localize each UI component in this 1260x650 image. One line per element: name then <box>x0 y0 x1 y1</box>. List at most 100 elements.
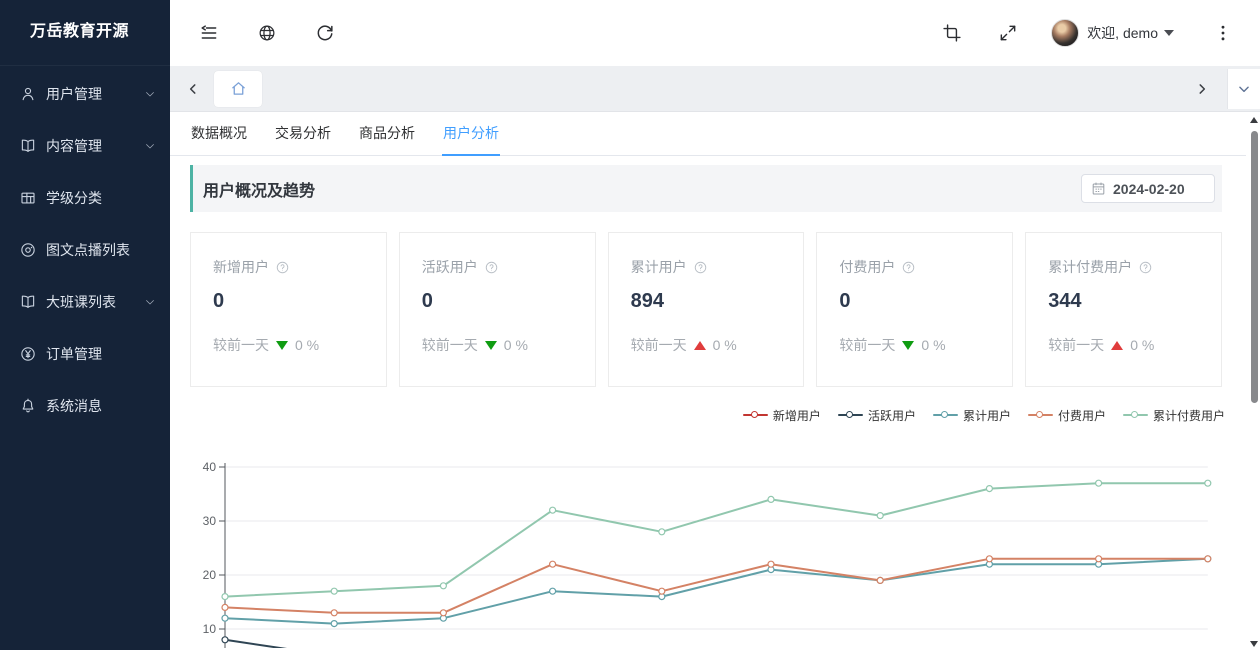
card-percent: 0 % <box>712 337 737 353</box>
stat-card-1: 活跃用户 0 较前一天 0 % <box>398 232 596 387</box>
card-compare-label: 较前一天 <box>213 337 269 353</box>
legend-line-marker-icon <box>1122 409 1148 421</box>
sidebar-item-label: 图文点播列表 <box>46 242 130 258</box>
sidebar-item-label: 用户管理 <box>46 86 102 102</box>
legend-item-2[interactable]: 累计用户 <box>932 407 1011 424</box>
sidebar-item-0[interactable]: 用户管理 <box>0 68 170 120</box>
chevron-left-icon[interactable] <box>182 78 204 100</box>
fullscreen-icon[interactable] <box>997 22 1019 44</box>
legend-item-1[interactable]: 活跃用户 <box>837 407 916 424</box>
card-compare-label: 较前一天 <box>1048 337 1105 353</box>
card-title-row: 新增用户 <box>213 257 364 277</box>
home-tab[interactable] <box>214 70 262 107</box>
tab-2[interactable]: 商品分析 <box>358 112 416 156</box>
card-percent: 0 % <box>503 337 528 353</box>
card-title-row: 累计用户 <box>631 257 782 277</box>
chevron-down-icon <box>144 140 156 152</box>
legend-label: 活跃用户 <box>867 408 916 423</box>
question-circle-icon[interactable] <box>1132 260 1153 275</box>
question-circle-icon[interactable] <box>895 260 916 275</box>
section-header: 用户概况及趋势 2024-02-20 <box>190 165 1222 212</box>
legend-line-marker-icon <box>742 409 768 421</box>
kebab-menu-icon[interactable] <box>1212 22 1234 44</box>
bell-icon <box>19 397 37 415</box>
scrollbar-thumb[interactable] <box>1251 131 1258 403</box>
sidebar-item-2[interactable]: 学级分类 <box>0 172 170 224</box>
svg-text:20: 20 <box>203 568 217 582</box>
question-circle-icon[interactable] <box>687 260 708 275</box>
date-value: 2024-02-20 <box>1113 180 1185 197</box>
legend-item-3[interactable]: 付费用户 <box>1027 407 1106 424</box>
crop-screenshot-icon[interactable] <box>941 22 963 44</box>
card-value: 0 <box>839 290 851 312</box>
card-percent: 0 % <box>295 337 320 353</box>
card-title: 新增用户 <box>213 259 269 275</box>
tab-3[interactable]: 用户分析 <box>442 112 500 156</box>
sidebar-item-4[interactable]: 大班课列表 <box>0 276 170 328</box>
app-root: 万岳教育开源 用户管理内容管理学级分类图文点播列表 大班课列表订单管理系统消息 <box>0 0 1260 650</box>
page-tabs-strip <box>170 66 1260 112</box>
date-picker-input[interactable]: 2024-02-20 <box>1081 174 1215 203</box>
question-circle-icon[interactable] <box>478 260 499 275</box>
sidebar-item-1[interactable]: 内容管理 <box>0 120 170 172</box>
refresh-icon[interactable] <box>314 22 336 44</box>
top-toolbar: 欢迎, demo <box>170 0 1260 66</box>
legend-item-4[interactable]: 累计付费用户 <box>1122 407 1225 424</box>
trend-up-triangle-icon <box>1111 340 1124 350</box>
vertical-scrollbar[interactable] <box>1250 117 1259 647</box>
legend-label: 付费用户 <box>1057 408 1106 423</box>
sidebar-item-label: 订单管理 <box>46 346 102 362</box>
chevron-down-icon <box>1164 30 1174 36</box>
tab-1[interactable]: 交易分析 <box>274 112 332 156</box>
legend-label: 累计用户 <box>962 408 1011 423</box>
chevron-right-icon[interactable] <box>1191 78 1213 100</box>
stat-card-2: 累计用户 894 较前一天 0 % <box>607 232 805 387</box>
sidebar-item-5[interactable]: 订单管理 <box>0 328 170 380</box>
chevron-down-icon <box>144 88 156 100</box>
card-title-row: 累计付费用户 <box>1048 257 1199 277</box>
content-area: 数据概况 交易分析 商品分析 用户分析 用户概况及趋势 2024-02-20 新增用户… <box>170 112 1260 650</box>
grid-icon <box>19 189 37 207</box>
legend-label: 新增用户 <box>772 408 821 423</box>
home-icon <box>231 82 245 95</box>
card-delta-row: 较前一天 0 % <box>213 335 364 355</box>
stat-cards: 新增用户 0 较前一天 0 % 活跃用户 0 较前一天 0 % 累计用户 894 较前一天 0 % 付费… <box>190 232 1222 387</box>
card-compare-label: 较前一天 <box>839 337 896 353</box>
tabs-menu-button[interactable] <box>1227 68 1260 109</box>
sidebar-item-label: 内容管理 <box>46 138 102 154</box>
sidebar-item-label: 系统消息 <box>46 398 102 414</box>
tab-0[interactable]: 数据概况 <box>190 112 248 156</box>
section-accent-bar <box>190 165 193 212</box>
card-value: 0 <box>213 290 225 312</box>
legend-line-marker-icon <box>1027 409 1053 421</box>
card-title: 付费用户 <box>839 259 896 275</box>
section-title: 用户概况及趋势 <box>203 182 316 200</box>
card-value: 894 <box>630 290 664 312</box>
card-delta-row: 较前一天 0 % <box>422 335 573 355</box>
stat-card-3: 付费用户 0 较前一天 0 % <box>816 232 1014 387</box>
collapse-sidebar-icon[interactable] <box>198 22 220 44</box>
card-title-row: 付费用户 <box>839 257 990 277</box>
card-percent: 0 % <box>921 337 946 353</box>
sidebar-item-6[interactable]: 系统消息 <box>0 380 170 432</box>
sidebar-item-label: 大班课列表 <box>46 294 116 310</box>
scroll-down-arrow[interactable] <box>1250 641 1258 647</box>
welcome-user-menu[interactable]: 欢迎, demo <box>1087 23 1174 43</box>
analysis-tabs: 数据概况 交易分析 商品分析 用户分析 <box>170 112 1246 156</box>
yen-icon <box>19 345 37 363</box>
card-title: 累计付费用户 <box>1048 259 1133 275</box>
app-title: 万岳教育开源 <box>0 0 170 66</box>
legend-item-0[interactable]: 新增用户 <box>742 407 821 424</box>
card-title: 累计用户 <box>630 259 687 275</box>
sidebar-item-3[interactable]: 图文点播列表 <box>0 224 170 276</box>
card-title-row: 活跃用户 <box>422 257 573 277</box>
welcome-text: 欢迎, demo <box>1087 25 1158 41</box>
question-circle-icon[interactable] <box>269 260 290 275</box>
stat-card-0: 新增用户 0 较前一天 0 % <box>190 232 387 387</box>
scroll-up-arrow[interactable] <box>1250 117 1258 123</box>
avatar[interactable] <box>1051 19 1080 47</box>
sidebar: 万岳教育开源 用户管理内容管理学级分类图文点播列表 大班课列表订单管理系统消息 <box>0 0 170 650</box>
legend-line-marker-icon <box>932 409 958 421</box>
chevron-down-icon <box>144 296 156 308</box>
globe-icon[interactable] <box>256 22 278 44</box>
